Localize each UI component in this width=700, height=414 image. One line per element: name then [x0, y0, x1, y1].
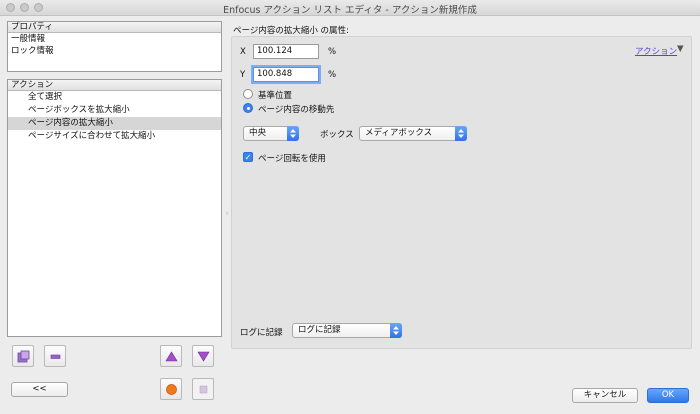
- select-arrows-icon: [390, 323, 402, 338]
- back-button[interactable]: <<: [11, 382, 68, 397]
- move-up-button[interactable]: [160, 345, 182, 367]
- ok-button[interactable]: OK: [647, 388, 689, 403]
- window-title: Enfocus アクション リスト エディタ - アクション新規作成: [223, 5, 477, 16]
- actions-link[interactable]: アクション: [635, 45, 677, 57]
- add-action-button[interactable]: [12, 345, 34, 367]
- alignment-select-value: 中央: [249, 128, 267, 138]
- arrow-down-icon: [196, 351, 210, 362]
- log-select-value: ログに記録: [298, 325, 341, 335]
- action-item-scale-page-box[interactable]: ページボックスを拡大縮小: [8, 104, 221, 117]
- action-list-editor-window: Enfocus アクション リスト エディタ - アクション新規作成 プロパティ…: [0, 0, 700, 414]
- select-arrows-icon: [455, 126, 467, 141]
- remove-action-button[interactable]: [44, 345, 66, 367]
- arrow-up-icon: [164, 350, 178, 361]
- properties-item-general[interactable]: 一般情報: [8, 33, 221, 45]
- select-arrows-icon: [287, 126, 299, 141]
- action-item-select-all[interactable]: 全て選択: [8, 91, 221, 104]
- y-label: Y: [240, 70, 246, 80]
- actions-header: アクション: [8, 80, 221, 91]
- record-icon: [165, 383, 177, 395]
- properties-item-lock[interactable]: ロック情報: [8, 45, 221, 57]
- actions-panel: アクション 全て選択 ページボックスを拡大縮小 ページ内容の拡大縮小 ページサイ…: [7, 79, 222, 337]
- alignment-select[interactable]: 中央: [243, 126, 299, 141]
- stop-button[interactable]: [192, 378, 214, 400]
- stop-icon: [199, 385, 207, 393]
- radio-move-to[interactable]: [243, 103, 253, 113]
- x-unit: %: [328, 47, 337, 57]
- x-label: X: [240, 47, 246, 57]
- properties-header: プロパティ: [8, 22, 221, 33]
- radio-base-position[interactable]: [243, 89, 253, 99]
- log-label: ログに記録: [240, 328, 283, 338]
- properties-panel: プロパティ 一般情報 ロック情報: [7, 21, 222, 72]
- action-item-scale-to-page-size[interactable]: ページサイズに合わせて拡大縮小: [8, 130, 221, 143]
- box-select-value: メディアボックス: [365, 128, 433, 138]
- box-select[interactable]: メディアボックス: [359, 126, 467, 141]
- x-scale-field[interactable]: 100.124: [253, 44, 319, 59]
- box-label: ボックス: [320, 130, 354, 140]
- action-item-scale-page-content[interactable]: ページ内容の拡大縮小: [8, 117, 221, 130]
- log-select[interactable]: ログに記録: [292, 323, 402, 338]
- attributes-pane: アクション ▼ X 100.124 % Y 100.848 % 基準位置 ページ…: [231, 36, 692, 349]
- minus-icon: [50, 354, 60, 359]
- y-scale-field[interactable]: 100.848: [253, 67, 319, 82]
- radio-move-to-label: ページ内容の移動先: [258, 105, 335, 115]
- actions-menu-arrow-icon[interactable]: ▼: [677, 44, 684, 54]
- title-bar: Enfocus アクション リスト エディタ - アクション新規作成: [0, 0, 700, 16]
- cancel-button[interactable]: キャンセル: [572, 388, 638, 403]
- splitter-handle[interactable]: ◦: [225, 210, 229, 218]
- record-button[interactable]: [160, 378, 182, 400]
- use-page-rotation-checkbox[interactable]: ✓: [243, 152, 253, 162]
- use-page-rotation-label: ページ回転を使用: [258, 154, 326, 164]
- detail-heading: ページ内容の拡大縮小 の属性:: [233, 26, 349, 36]
- add-action-icon: [17, 350, 29, 362]
- y-unit: %: [328, 70, 337, 80]
- move-down-button[interactable]: [192, 345, 214, 367]
- radio-base-position-label: 基準位置: [258, 91, 293, 101]
